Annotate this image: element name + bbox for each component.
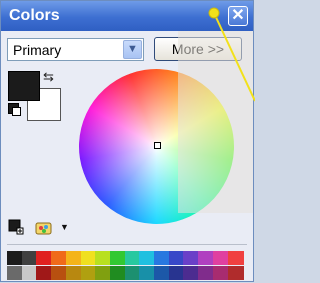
- palette-swatch[interactable]: [109, 251, 126, 265]
- palette-swatch[interactable]: [198, 266, 215, 280]
- palette-swatch[interactable]: [95, 251, 112, 265]
- dropdown-value: Primary: [13, 42, 62, 58]
- reset-colors-icon[interactable]: [8, 103, 21, 116]
- palette-swatch[interactable]: [227, 266, 244, 280]
- palette-swatch[interactable]: [109, 266, 126, 280]
- palette-swatch[interactable]: [95, 266, 112, 280]
- palette-swatch[interactable]: [51, 251, 68, 265]
- palette-swatch[interactable]: [36, 251, 53, 265]
- swap-colors-icon[interactable]: ⇆: [43, 69, 54, 85]
- palette-swatch[interactable]: [65, 251, 82, 265]
- palette-swatch[interactable]: [154, 266, 170, 280]
- palette-swatch[interactable]: [227, 251, 244, 265]
- palette-swatch[interactable]: [7, 266, 23, 280]
- title-bar[interactable]: Colors ✕: [1, 1, 253, 31]
- palette-menu-caret-icon[interactable]: ▼: [60, 222, 69, 232]
- palette-swatch[interactable]: [80, 251, 97, 265]
- palette-swatch[interactable]: [139, 266, 156, 280]
- palette-swatch[interactable]: [21, 266, 38, 280]
- palette-icon[interactable]: [35, 219, 53, 236]
- add-color-icon[interactable]: [8, 219, 24, 235]
- palette-swatch[interactable]: [139, 251, 156, 265]
- palette-swatch[interactable]: [212, 266, 229, 280]
- palette-swatch[interactable]: [198, 251, 215, 265]
- palette-swatch[interactable]: [183, 251, 200, 265]
- palette-swatch[interactable]: [7, 251, 23, 265]
- palette-swatch[interactable]: [21, 251, 38, 265]
- palette-swatch[interactable]: [51, 266, 68, 280]
- palette-swatch[interactable]: [183, 266, 200, 280]
- wheel-selection-marker[interactable]: [154, 142, 161, 149]
- palette-swatch[interactable]: [168, 251, 185, 265]
- primary-secondary-dropdown[interactable]: Primary ▼: [7, 38, 144, 61]
- close-icon: ✕: [231, 7, 245, 24]
- close-button[interactable]: ✕: [228, 6, 248, 26]
- palette-swatch[interactable]: [124, 266, 141, 280]
- window-title: Colors: [9, 7, 60, 24]
- colors-window: Colors ✕ Primary ▼ More >> ⇆: [0, 0, 256, 282]
- color-palette: [7, 251, 244, 281]
- palette-swatch[interactable]: [80, 266, 97, 280]
- background-photo-overlay: [178, 31, 253, 213]
- palette-swatch[interactable]: [36, 266, 53, 280]
- primary-color-swatch[interactable]: [8, 71, 40, 101]
- palette-swatch[interactable]: [168, 266, 185, 280]
- palette-swatch[interactable]: [65, 266, 82, 280]
- palette-swatch[interactable]: [124, 251, 141, 265]
- palette-swatch[interactable]: [212, 251, 229, 265]
- divider: [7, 244, 247, 245]
- chevron-down-icon[interactable]: ▼: [123, 40, 142, 59]
- palette-swatch[interactable]: [154, 251, 170, 265]
